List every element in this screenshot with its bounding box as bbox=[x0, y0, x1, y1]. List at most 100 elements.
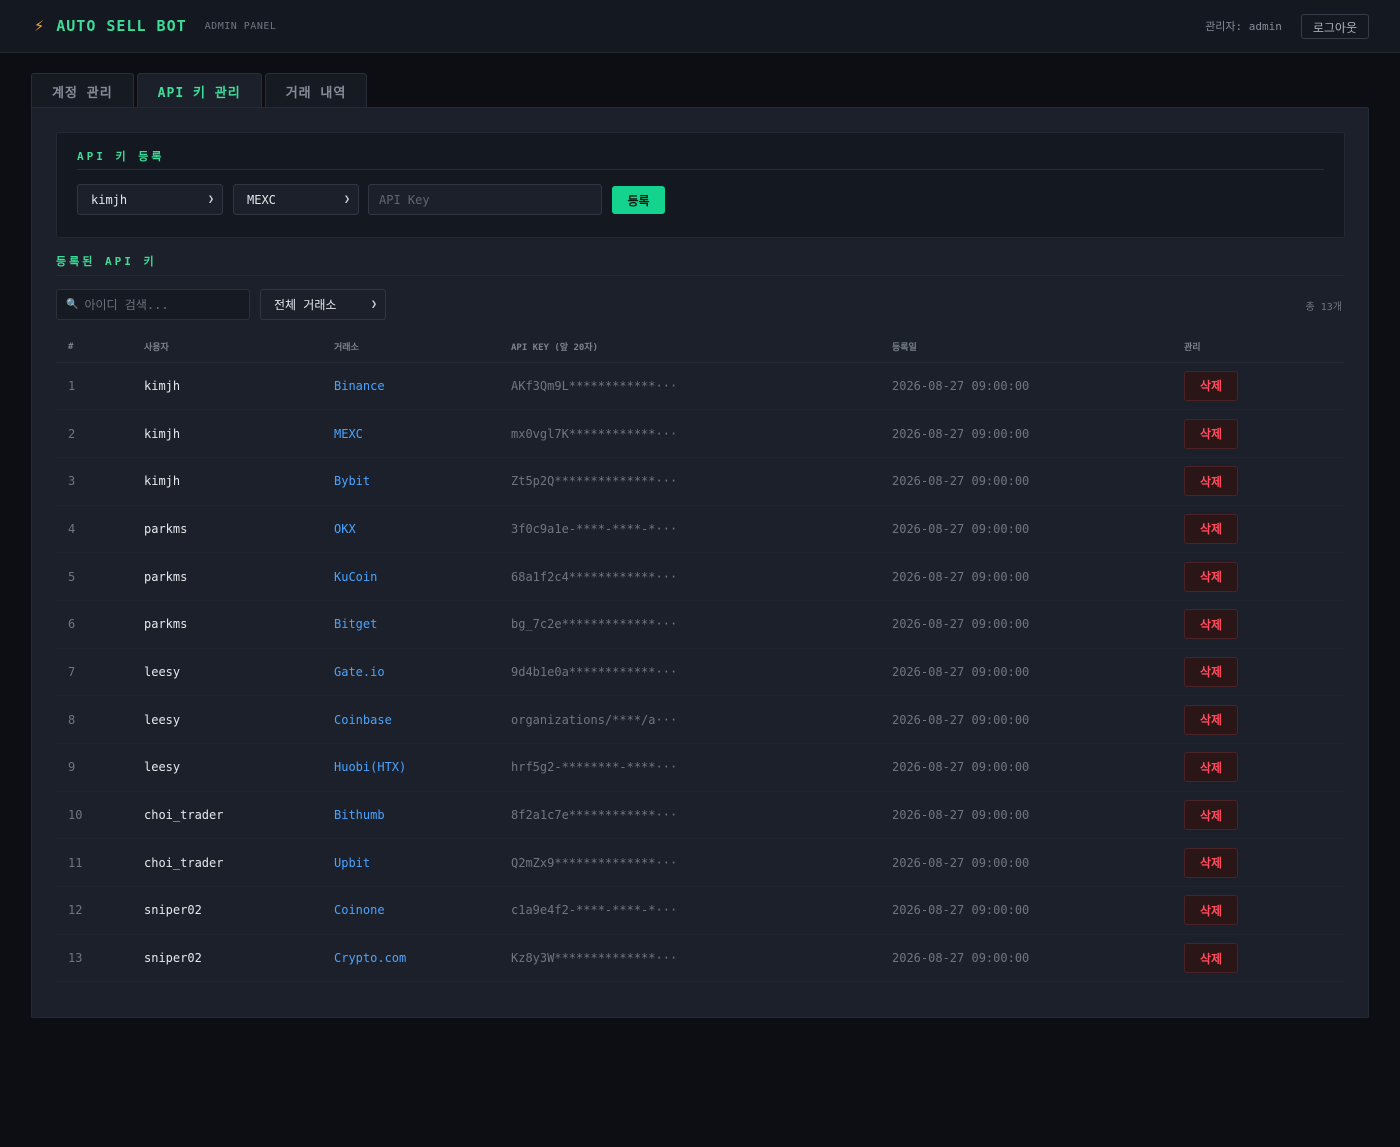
delete-button[interactable]: 삭제 bbox=[1184, 561, 1238, 592]
row-api-key: 68a1f2c4************··· bbox=[499, 552, 880, 601]
table-row: 5 parkms KuCoin 68a1f2c4************··· 2026… bbox=[56, 552, 1345, 601]
row-api-key: mx0vgl7K************··· bbox=[499, 409, 880, 458]
table-row: 8 leesy Coinbase organizations/****/a··· 202… bbox=[56, 695, 1345, 744]
chevron-down-icon: ❯ bbox=[370, 299, 377, 310]
delete-button[interactable]: 삭제 bbox=[1184, 656, 1238, 687]
row-exchange: Huobi(HTX) bbox=[322, 743, 499, 792]
row-number: 2 bbox=[56, 409, 132, 458]
row-number: 10 bbox=[56, 791, 132, 840]
tab-bar: 계정 관리 API 키 관리 거래 내역 bbox=[31, 73, 370, 108]
tab-trade-history[interactable]: 거래 내역 bbox=[264, 73, 368, 108]
delete-button[interactable]: 삭제 bbox=[1184, 513, 1238, 544]
row-exchange: Bithumb bbox=[322, 791, 499, 840]
row-date: 2026-08-27 09:00:00 bbox=[880, 791, 1172, 840]
row-exchange: Coinbase bbox=[322, 695, 499, 744]
delete-button[interactable]: 삭제 bbox=[1184, 752, 1238, 783]
api-key-panel: API 키 등록 kimjh ❯ MEXC ❯ 등록 등록된 API 키 🔍 전… bbox=[31, 107, 1369, 1018]
row-number: 7 bbox=[56, 648, 132, 697]
app-subtitle: ADMIN PANEL bbox=[204, 20, 277, 32]
row-number: 5 bbox=[56, 552, 132, 601]
delete-button[interactable]: 삭제 bbox=[1184, 418, 1238, 449]
row-user: leesy bbox=[132, 648, 322, 697]
api-key-input[interactable] bbox=[368, 184, 602, 215]
table-row: 11 choi_trader Upbit Q2mZx9**************··… bbox=[56, 838, 1345, 888]
delete-button[interactable]: 삭제 bbox=[1184, 370, 1238, 401]
row-actions: 삭제 bbox=[1172, 934, 1345, 983]
search-input[interactable] bbox=[84, 297, 235, 312]
row-number: 6 bbox=[56, 600, 132, 649]
row-api-key: Q2mZx9**************··· bbox=[499, 838, 880, 888]
exchange-filter-select[interactable]: 전체 거래소 ❯ bbox=[260, 289, 386, 320]
row-actions: 삭제 bbox=[1172, 791, 1345, 840]
row-exchange: Bitget bbox=[322, 600, 499, 649]
user-select[interactable]: kimjh ❯ bbox=[77, 184, 223, 215]
row-number: 4 bbox=[56, 505, 132, 554]
row-exchange: Bybit bbox=[322, 457, 499, 506]
table-row: 6 parkms Bitget bg_7c2e*************··· 2026… bbox=[56, 600, 1345, 649]
top-bar: ⚡ AUTO SELL BOT ADMIN PANEL 관리자: admin 로… bbox=[0, 0, 1400, 53]
table-body: 1 kimjh Binance AKf3Qm9L************··· 2026… bbox=[56, 362, 1345, 983]
row-user: kimjh bbox=[132, 457, 322, 506]
row-actions: 삭제 bbox=[1172, 409, 1345, 458]
total-count: 총 13개 bbox=[1305, 302, 1342, 313]
app-title: AUTO SELL BOT bbox=[56, 17, 187, 35]
delete-button[interactable]: 삭제 bbox=[1184, 800, 1238, 831]
column-header-date: 등록일 bbox=[880, 332, 1172, 363]
exchange-select[interactable]: MEXC ❯ bbox=[233, 184, 359, 215]
lightning-icon: ⚡ bbox=[34, 16, 45, 36]
register-section: API 키 등록 kimjh ❯ MEXC ❯ 등록 bbox=[56, 132, 1345, 238]
table-row: 4 parkms OKX 3f0c9a1e-****-****-*··· 2026-08… bbox=[56, 505, 1345, 554]
row-date: 2026-08-27 09:00:00 bbox=[880, 600, 1172, 649]
register-button[interactable]: 등록 bbox=[612, 186, 665, 214]
tab-api-keys[interactable]: API 키 관리 bbox=[136, 73, 262, 108]
row-user: leesy bbox=[132, 695, 322, 744]
delete-button[interactable]: 삭제 bbox=[1184, 466, 1238, 497]
row-date: 2026-08-27 09:00:00 bbox=[880, 505, 1172, 554]
row-api-key: Kz8y3W**************··· bbox=[499, 934, 880, 983]
row-actions: 삭제 bbox=[1172, 600, 1345, 649]
search-box[interactable]: 🔍 bbox=[56, 289, 250, 320]
row-date: 2026-08-27 09:00:00 bbox=[880, 648, 1172, 697]
row-actions: 삭제 bbox=[1172, 552, 1345, 601]
chevron-down-icon: ❯ bbox=[343, 194, 350, 205]
row-api-key: hrf5g2-********-****··· bbox=[499, 743, 880, 792]
row-date: 2026-08-27 09:00:00 bbox=[880, 934, 1172, 983]
row-actions: 삭제 bbox=[1172, 886, 1345, 935]
admin-label: 관리자: admin bbox=[1205, 20, 1282, 33]
row-user: parkms bbox=[132, 505, 322, 554]
row-number: 9 bbox=[56, 743, 132, 792]
table-row: 1 kimjh Binance AKf3Qm9L************··· 2026… bbox=[56, 362, 1345, 411]
row-date: 2026-08-27 09:00:00 bbox=[880, 552, 1172, 601]
row-user: choi_trader bbox=[132, 838, 322, 888]
user-select-value: kimjh bbox=[91, 192, 128, 207]
row-actions: 삭제 bbox=[1172, 838, 1345, 888]
row-actions: 삭제 bbox=[1172, 457, 1345, 506]
row-user: sniper02 bbox=[132, 934, 322, 983]
row-number: 3 bbox=[56, 457, 132, 506]
search-icon: 🔍 bbox=[66, 299, 79, 310]
row-exchange: KuCoin bbox=[322, 552, 499, 601]
row-actions: 삭제 bbox=[1172, 648, 1345, 697]
delete-button[interactable]: 삭제 bbox=[1184, 847, 1238, 878]
delete-button[interactable]: 삭제 bbox=[1184, 609, 1238, 640]
divider bbox=[56, 275, 1344, 276]
logout-button[interactable]: 로그아웃 bbox=[1300, 13, 1369, 39]
row-number: 8 bbox=[56, 695, 132, 744]
table-header: # 사용자 거래소 API KEY (앞 20자) 등록일 관리 bbox=[56, 332, 1345, 363]
row-user: kimjh bbox=[132, 362, 322, 411]
chevron-down-icon: ❯ bbox=[207, 194, 214, 205]
row-exchange: Gate.io bbox=[322, 648, 499, 697]
delete-button[interactable]: 삭제 bbox=[1184, 895, 1238, 926]
delete-button[interactable]: 삭제 bbox=[1184, 704, 1238, 735]
delete-button[interactable]: 삭제 bbox=[1184, 943, 1238, 974]
divider bbox=[77, 169, 1324, 170]
row-number: 11 bbox=[56, 838, 132, 888]
row-actions: 삭제 bbox=[1172, 505, 1345, 554]
tab-accounts[interactable]: 계정 관리 bbox=[31, 73, 134, 108]
row-date: 2026-08-27 09:00:00 bbox=[880, 838, 1172, 888]
row-date: 2026-08-27 09:00:00 bbox=[880, 362, 1172, 411]
column-header-user: 사용자 bbox=[132, 332, 322, 363]
row-user: sniper02 bbox=[132, 886, 322, 935]
row-user: parkms bbox=[132, 600, 322, 649]
table-row: 7 leesy Gate.io 9d4b1e0a************··· 2026… bbox=[56, 648, 1345, 697]
